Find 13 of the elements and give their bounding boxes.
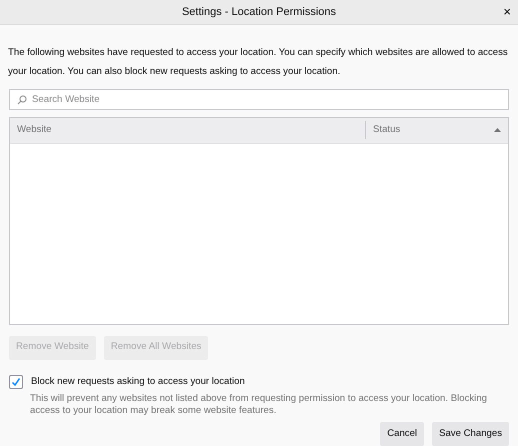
- window-title: Settings - Location Permissions: [182, 4, 336, 20]
- block-checkbox[interactable]: [9, 374, 23, 389]
- column-header[interactable]: Website: [10, 121, 366, 140]
- column-header[interactable]: Status: [366, 121, 508, 140]
- description-text: The following websites have requested to access your location. You can specify which websites are allowed to access your location. You can also block new requests asking to access your location.: [8, 46, 509, 79]
- close-button[interactable]: ×: [500, 3, 514, 20]
- checkbox-label: Block new requests asking to access your location: [31, 374, 245, 389]
- search-field[interactable]: Search Website: [9, 88, 509, 110]
- sort-arrow-icon: [494, 128, 501, 132]
- action-button[interactable]: Save Changes: [432, 422, 509, 446]
- checkmark-icon: [11, 376, 21, 387]
- action-button[interactable]: Cancel: [380, 422, 424, 446]
- note-text: This will prevent any websites not listed above from requesting permission to access your location. Blocking access to your location may break some website features.: [30, 393, 488, 417]
